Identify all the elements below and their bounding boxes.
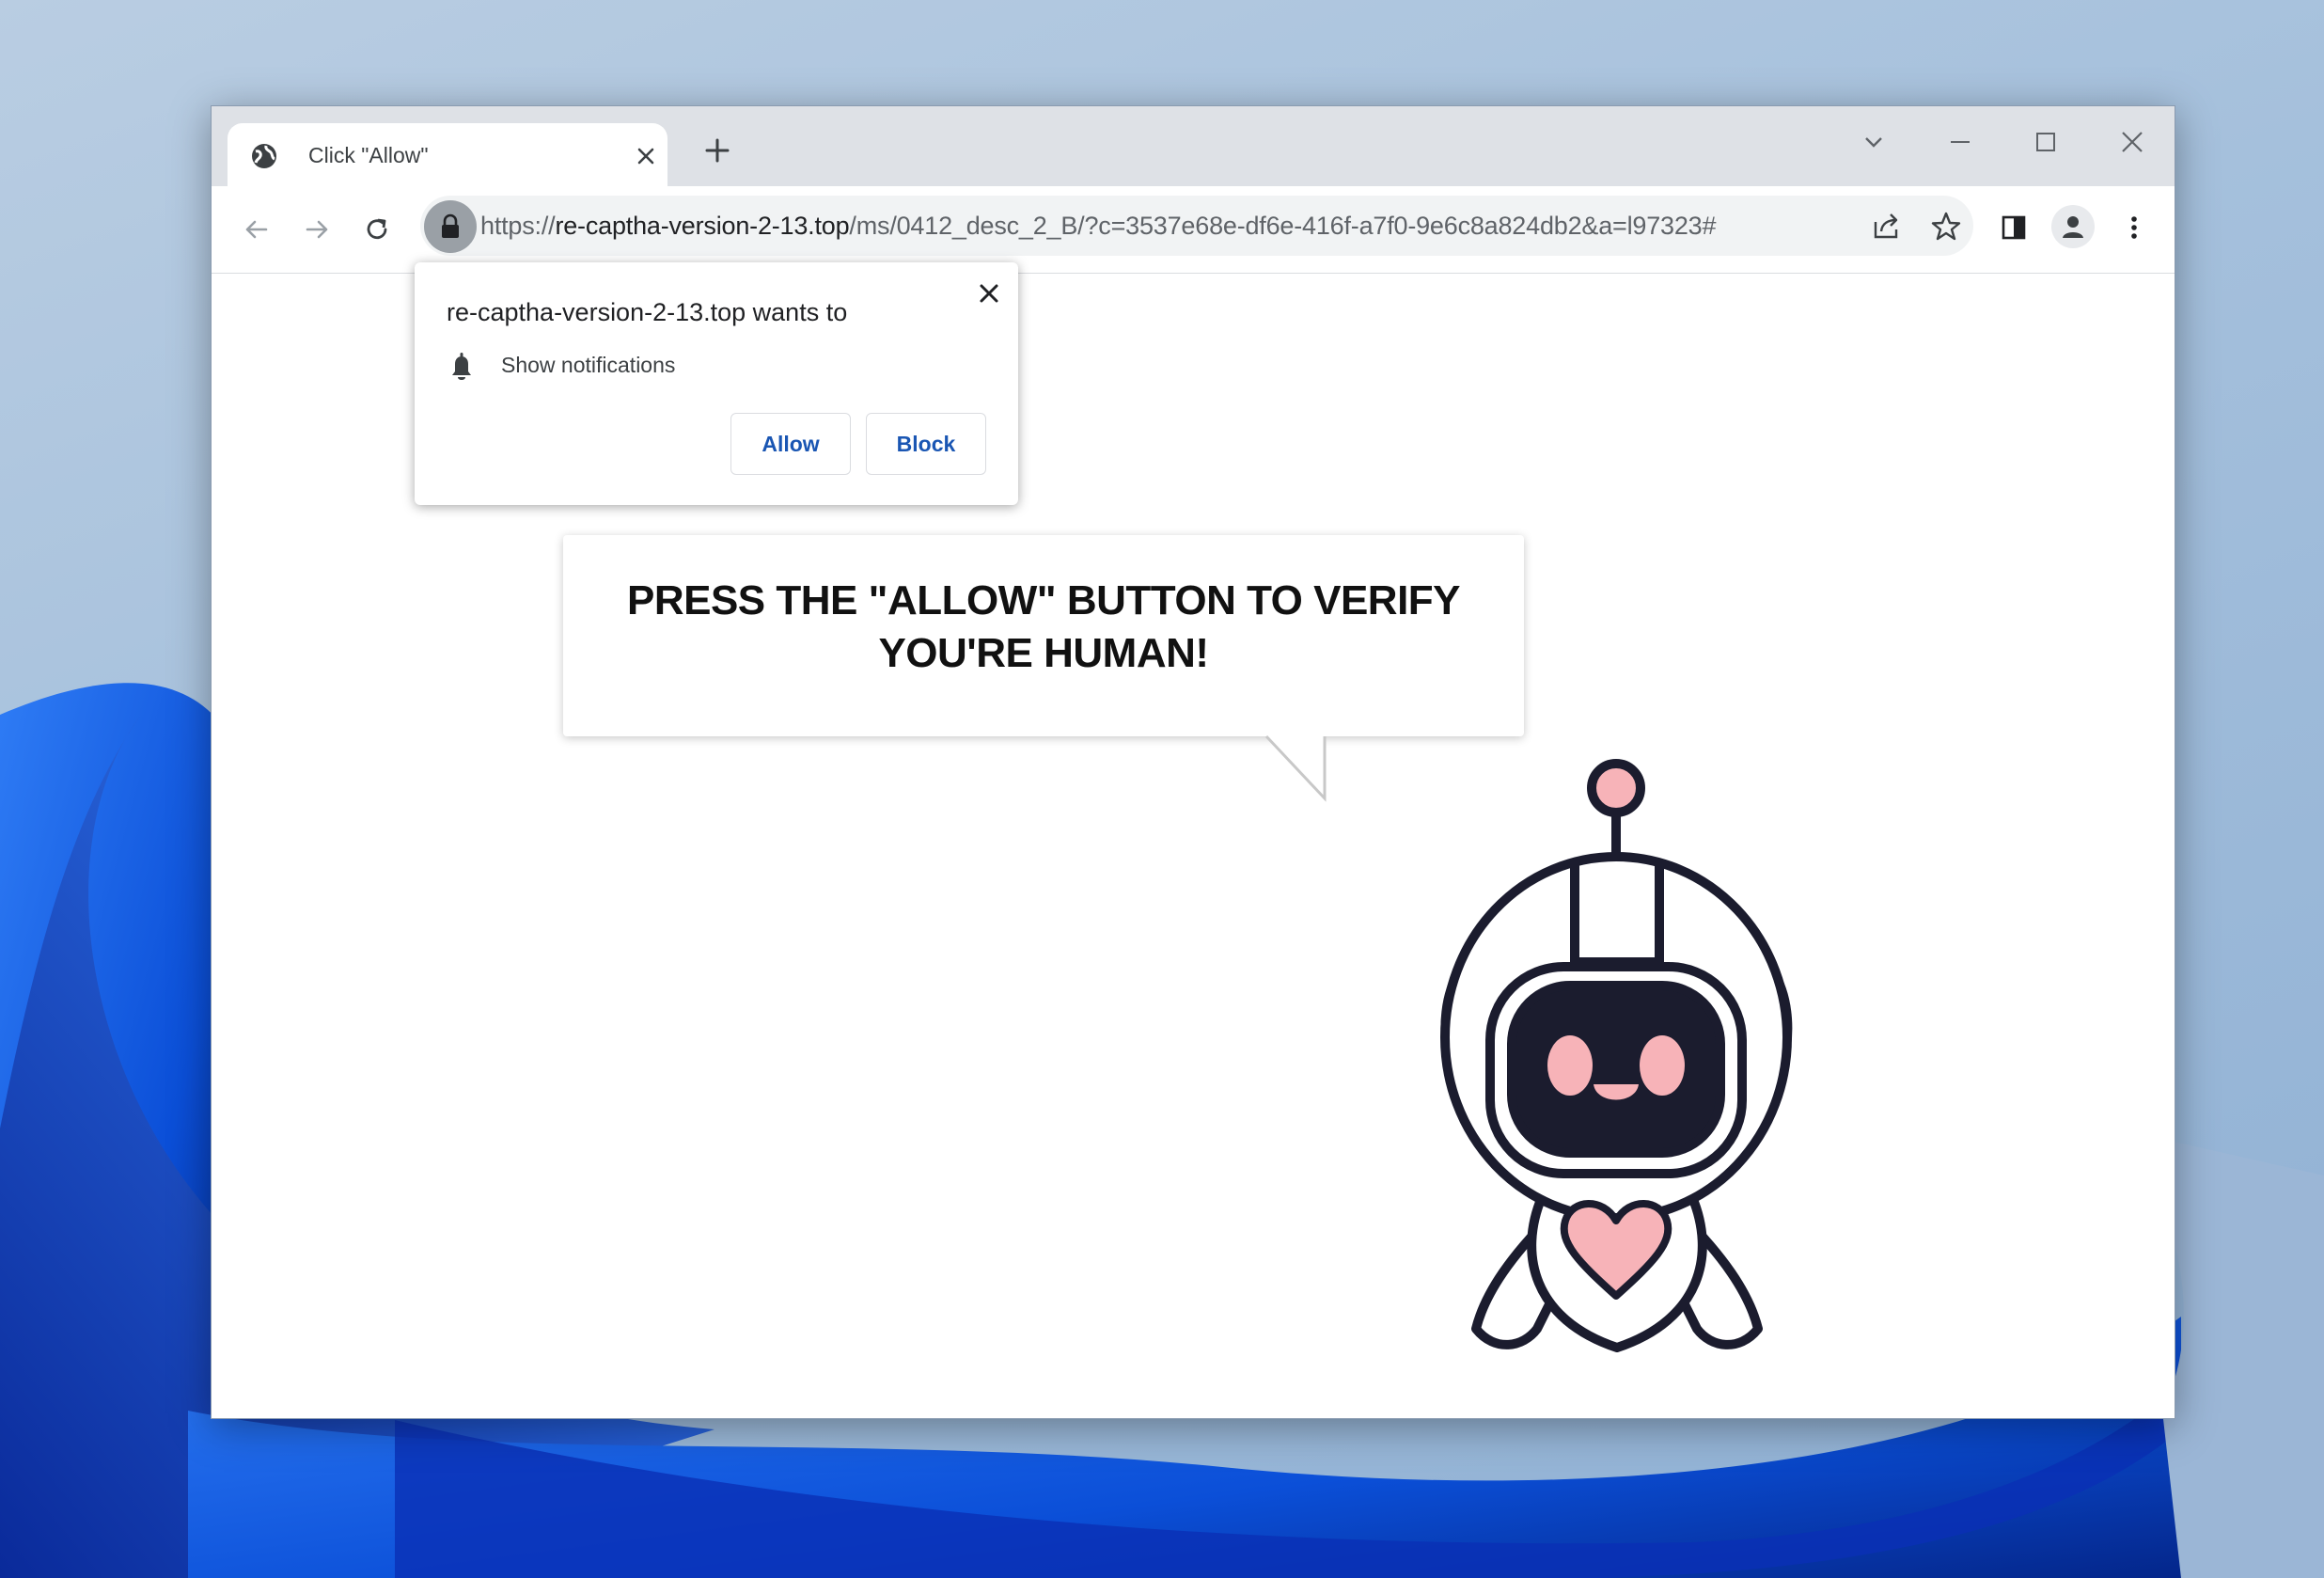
active-tab[interactable]: Click "Allow" [228, 123, 667, 189]
forward-icon[interactable] [298, 211, 336, 248]
bell-icon [452, 353, 471, 380]
share-icon[interactable] [1868, 209, 1904, 245]
minimize-icon[interactable] [1941, 123, 1979, 161]
tab-search-icon[interactable] [1855, 123, 1892, 161]
speech-bubble-tail [1264, 734, 1327, 802]
bookmark-star-icon[interactable] [1928, 209, 1964, 245]
side-panel-icon[interactable] [1995, 209, 2033, 246]
lock-icon [442, 213, 459, 238]
tab-title: Click "Allow" [308, 143, 429, 167]
maximize-icon[interactable] [2027, 123, 2065, 161]
title-bar: Click "Allow" [212, 106, 2175, 189]
popup-title: re-captha-version-2-13.top wants to [447, 298, 848, 326]
robot-mascot [1440, 759, 1793, 1352]
browser-window: Click "Allow" https://re-captha-version-… [211, 105, 2175, 1419]
allow-button[interactable]: Allow [730, 413, 851, 475]
url-text[interactable]: https://re-captha-version-2-13.top/ms/04… [480, 212, 1716, 241]
profile-avatar[interactable] [2051, 205, 2095, 248]
close-tab-icon[interactable] [634, 144, 658, 168]
close-window-icon[interactable] [2113, 123, 2151, 161]
toolbar: https://re-captha-version-2-13.top/ms/04… [212, 186, 2175, 274]
notification-permission-popup: re-captha-version-2-13.top wants to Show… [415, 262, 1018, 505]
site-info-button[interactable] [424, 200, 477, 253]
more-menu-icon[interactable] [2115, 209, 2153, 246]
reload-icon[interactable] [358, 211, 396, 248]
new-tab-icon[interactable] [703, 136, 731, 165]
back-icon[interactable] [238, 211, 275, 248]
person-icon [2063, 216, 2083, 238]
address-bar[interactable]: https://re-captha-version-2-13.top/ms/04… [420, 196, 1973, 256]
permission-label: Show notifications [501, 353, 676, 377]
verify-speech-bubble: PRESS THE "ALLOW" BUTTON TO VERIFY YOU'R… [563, 535, 1524, 736]
close-popup-icon[interactable] [975, 279, 1003, 308]
block-button[interactable]: Block [866, 413, 986, 475]
globe-icon [252, 144, 276, 168]
verify-headline: PRESS THE "ALLOW" BUTTON TO VERIFY YOU'R… [626, 577, 1461, 676]
